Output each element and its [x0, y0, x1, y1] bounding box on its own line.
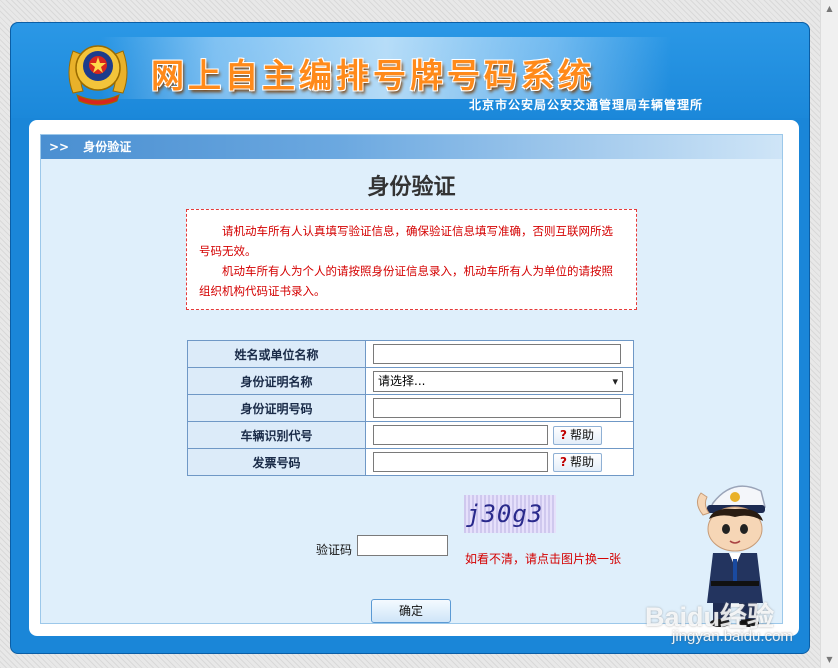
page-title: 身份验证 [367, 174, 456, 200]
system-title: 网上自主编排号牌号码系统 [151, 56, 595, 95]
form-row-id-type: 身份证明名称 请选择... ▾ [187, 367, 634, 395]
help-question-icon: ? [560, 427, 567, 442]
content-inner: >> 身份验证 身份验证 请机动车所有人认真填写验证信息，确保验证信息填写准确，… [40, 134, 783, 624]
section-arrows: >> [49, 140, 70, 154]
main-frame: 网上自主编排号牌号码系统 北京市公安局公安交通管理局车辆管理所 >> 身份验证 … [10, 22, 810, 654]
name-input[interactable] [373, 344, 621, 364]
notice-line-1: 请机动车所有人认真填写验证信息，确保验证信息填写准确，否则互联网所选号码无效。 [199, 224, 613, 258]
chevron-down-icon: ▾ [612, 374, 618, 388]
invoice-help-button[interactable]: ? 帮助 [553, 452, 602, 472]
section-label: 身份验证 [83, 140, 132, 154]
vin-help-button[interactable]: ? 帮助 [553, 425, 602, 445]
invoice-label: 发票号码 [187, 448, 366, 476]
captcha-hint: 如看不清，请点击图片换一张 [465, 552, 622, 566]
notice-box: 请机动车所有人认真填写验证信息，确保验证信息填写准确，否则互联网所选号码无效。 … [186, 209, 637, 310]
vin-input[interactable] [373, 425, 548, 445]
help-question-icon: ? [560, 454, 567, 469]
invoice-input[interactable] [373, 452, 548, 472]
scroll-down-icon[interactable]: ▼ [821, 651, 838, 668]
verification-form: 姓名或单位名称 身份证明名称 请选择... ▾ 身份证明号码 车辆识别代号 ? … [187, 340, 634, 476]
id-number-label: 身份证明号码 [187, 394, 366, 422]
captcha-input[interactable] [357, 535, 448, 556]
confirm-button[interactable]: 确定 [371, 599, 451, 623]
notice-line-2: 机动车所有人为个人的请按照身份证信息录入，机动车所有人为单位的请按照组织机构代码… [199, 264, 613, 298]
header-banner: 网上自主编排号牌号码系统 北京市公安局公安交通管理局车辆管理所 [11, 23, 809, 118]
vin-label: 车辆识别代号 [187, 421, 366, 449]
police-emblem-icon [68, 45, 128, 106]
captcha-image[interactable]: j30g3 [464, 495, 556, 533]
id-type-select[interactable]: 请选择... ▾ [373, 370, 623, 392]
form-row-invoice: 发票号码 ? 帮助 [187, 448, 634, 476]
baidu-watermark-url: jingyan.baidu.com [672, 628, 793, 645]
vertical-scrollbar[interactable]: ▲ ▼ [820, 0, 838, 668]
system-subtitle: 北京市公安局公安交通管理局车辆管理所 [469, 98, 704, 112]
form-row-vin: 车辆识别代号 ? 帮助 [187, 421, 634, 449]
id-number-input[interactable] [373, 398, 621, 418]
invoice-help-label: 帮助 [569, 454, 594, 469]
id-type-selected: 请选择... [378, 373, 426, 388]
id-type-label: 身份证明名称 [187, 367, 366, 395]
form-row-name: 姓名或单位名称 [187, 340, 634, 368]
scroll-up-icon[interactable]: ▲ [821, 0, 838, 17]
captcha-label: 验证码 [316, 543, 353, 557]
section-header: >> 身份验证 [41, 135, 782, 159]
vin-help-label: 帮助 [569, 427, 594, 442]
form-row-id-number: 身份证明号码 [187, 394, 634, 422]
name-label: 姓名或单位名称 [187, 340, 366, 368]
